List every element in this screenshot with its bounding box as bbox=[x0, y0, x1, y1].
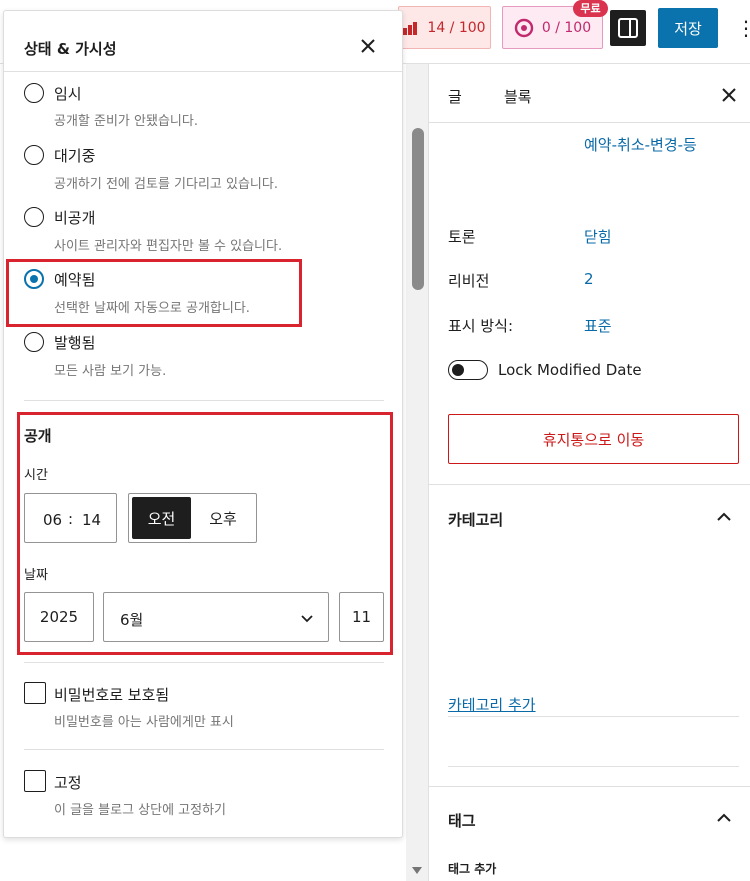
tab-post[interactable]: 글 bbox=[448, 86, 462, 107]
ai-score-text: 0 / 100 bbox=[541, 19, 592, 36]
popover-header-divider bbox=[4, 71, 402, 72]
add-tag-label: 태그 추가 bbox=[448, 862, 497, 876]
month-select[interactable]: 6월 bbox=[103, 592, 329, 642]
minute-input[interactable]: 14 bbox=[82, 511, 101, 529]
option-private-desc: 사이트 관리자와 편집자만 볼 수 있습니다. bbox=[54, 239, 283, 254]
revisions-label: 리비전 bbox=[448, 272, 490, 290]
trash-divider bbox=[429, 484, 750, 485]
option-pending-label[interactable]: 대기중 bbox=[54, 145, 95, 166]
display-mode-value[interactable]: 표준 bbox=[584, 315, 612, 336]
option-draft-label[interactable]: 임시 bbox=[54, 83, 82, 104]
password-desc: 비밀번호를 아는 사람에게만 표시 bbox=[54, 715, 234, 730]
add-category-link[interactable]: 카테고리 추가 bbox=[448, 694, 536, 715]
post-slug-link[interactable]: 예약-취소-변경-등 bbox=[584, 134, 697, 155]
pm-button[interactable]: 오후 bbox=[193, 497, 253, 539]
lock-modified-label: Lock Modified Date bbox=[498, 361, 642, 379]
more-options-icon[interactable]: ⋮ bbox=[736, 10, 750, 46]
am-button[interactable]: 오전 bbox=[132, 497, 191, 539]
password-label[interactable]: 비밀번호로 보호됨 bbox=[54, 684, 169, 705]
revisions-value[interactable]: 2 bbox=[584, 270, 594, 288]
sticky-checkbox[interactable] bbox=[24, 770, 46, 792]
sidebar-panel-icon bbox=[618, 18, 638, 38]
ai-logo-icon bbox=[514, 18, 534, 37]
publish-divider bbox=[24, 662, 384, 663]
time-separator: : bbox=[68, 510, 74, 528]
sticky-label[interactable]: 고정 bbox=[54, 772, 82, 793]
seo-score-text: 14 / 100 bbox=[427, 19, 486, 36]
tabs-divider bbox=[429, 122, 750, 123]
radio-pending[interactable] bbox=[24, 145, 44, 165]
discussion-value[interactable]: 닫힘 bbox=[584, 226, 612, 247]
radio-scheduled[interactable] bbox=[24, 269, 44, 289]
tags-title[interactable]: 태그 bbox=[448, 810, 476, 831]
free-badge: 무료 bbox=[573, 0, 608, 17]
category-bottom-divider bbox=[448, 766, 739, 767]
password-divider bbox=[24, 749, 384, 750]
day-input[interactable]: 11 bbox=[339, 592, 384, 642]
time-input[interactable]: 06 : 14 bbox=[24, 493, 117, 543]
option-draft-desc: 공개할 준비가 안됐습니다. bbox=[54, 114, 198, 129]
option-scheduled-label[interactable]: 예약됨 bbox=[54, 269, 95, 290]
chevron-down-icon bbox=[301, 615, 313, 623]
sidebar-border bbox=[428, 64, 429, 881]
close-sidebar-icon[interactable] bbox=[722, 88, 736, 102]
sticky-desc: 이 글을 블로그 상단에 고정하기 bbox=[54, 803, 227, 818]
move-to-trash-button[interactable]: 휴지통으로 이동 bbox=[448, 414, 739, 464]
hour-input[interactable]: 06 bbox=[43, 511, 62, 529]
year-input[interactable]: 2025 bbox=[24, 592, 94, 642]
chevron-up-icon[interactable] bbox=[716, 509, 732, 525]
am-pm-toggle: 오전 오후 bbox=[128, 493, 257, 543]
option-published-desc: 모든 사람 보기 가능. bbox=[54, 364, 167, 379]
option-pending-desc: 공개하기 전에 검토를 기다리고 있습니다. bbox=[54, 177, 278, 192]
scheduled-highlight bbox=[6, 259, 302, 327]
options-divider bbox=[24, 400, 384, 401]
category-divider bbox=[448, 716, 739, 717]
password-checkbox[interactable] bbox=[24, 682, 46, 704]
popover-title: 상태 & 가시성 bbox=[24, 40, 117, 58]
close-icon[interactable] bbox=[359, 37, 377, 55]
radio-published[interactable] bbox=[24, 332, 44, 352]
sidebar-toggle-button[interactable] bbox=[610, 10, 646, 46]
tab-block[interactable]: 블록 bbox=[504, 86, 532, 107]
status-visibility-popover: 상태 & 가시성 임시 공개할 준비가 안됐습니다. 대기중 공개하기 전에 검… bbox=[3, 10, 403, 838]
seo-chart-icon bbox=[403, 21, 418, 35]
publish-title: 공개 bbox=[24, 427, 52, 445]
display-mode-label: 표시 방식: bbox=[448, 317, 514, 335]
radio-private[interactable] bbox=[24, 207, 44, 227]
save-button[interactable]: 저장 bbox=[658, 8, 718, 48]
radio-draft[interactable] bbox=[24, 83, 44, 103]
option-scheduled-desc: 선택한 날짜에 자동으로 공개합니다. bbox=[54, 301, 250, 316]
option-private-label[interactable]: 비공개 bbox=[54, 207, 95, 228]
tags-section-divider bbox=[429, 786, 750, 787]
chevron-up-icon[interactable] bbox=[716, 810, 732, 826]
option-published-label[interactable]: 발행됨 bbox=[54, 332, 95, 353]
date-label: 날짜 bbox=[24, 568, 48, 583]
categories-title[interactable]: 카테고리 bbox=[448, 509, 503, 530]
seo-score-badge[interactable]: 14 / 100 bbox=[398, 6, 491, 49]
discussion-label: 토론 bbox=[448, 228, 476, 246]
scroll-down-arrow-icon[interactable] bbox=[411, 866, 423, 876]
scrollbar-thumb[interactable] bbox=[412, 128, 424, 290]
month-value: 6월 bbox=[120, 611, 144, 629]
lock-modified-toggle[interactable] bbox=[448, 360, 488, 380]
time-label: 시간 bbox=[24, 468, 48, 483]
